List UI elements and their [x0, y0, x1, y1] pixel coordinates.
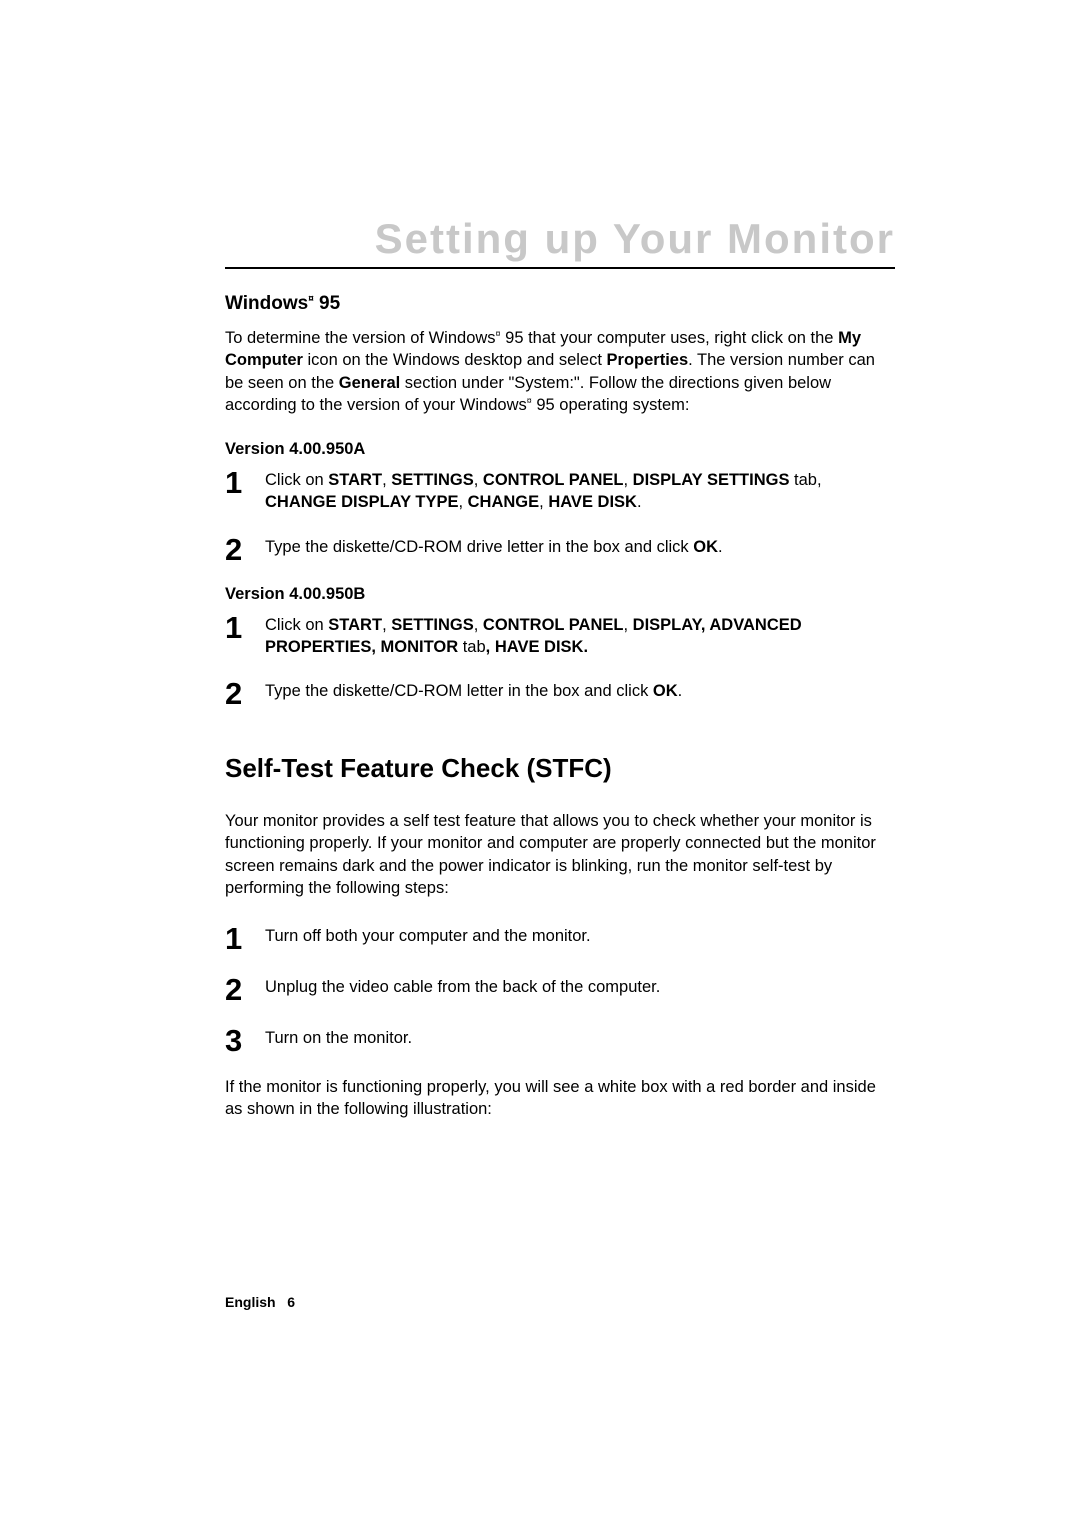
bold-text: START: [328, 471, 382, 489]
bold-text: CHANGE DISPLAY TYPE: [265, 493, 458, 511]
text: To determine the version of Windows: [225, 329, 496, 347]
step-item: 2 Type the diskette/CD-ROM drive letter …: [225, 534, 895, 565]
heading-text: 95: [314, 293, 340, 314]
text: Type the diskette/CD-ROM letter in the b…: [265, 682, 653, 700]
step-number: 1: [225, 467, 265, 498]
text: ,: [539, 493, 548, 511]
text: .: [637, 493, 642, 511]
text: Click on: [265, 616, 328, 634]
step-content: Type the diskette/CD-ROM letter in the b…: [265, 678, 682, 702]
version-a-heading: Version 4.00.950A: [225, 440, 895, 459]
text: ,: [623, 471, 632, 489]
step-item: 2 Type the diskette/CD-ROM letter in the…: [225, 678, 895, 709]
step-item: 2 Unplug the video cable from the back o…: [225, 974, 895, 1005]
step-item: 1 Click on START, SETTINGS, CONTROL PANE…: [225, 467, 895, 514]
bold-text: Properties: [607, 351, 689, 369]
text: ,: [458, 493, 467, 511]
step-number: 1: [225, 612, 265, 643]
text: 95 that your computer uses, right click …: [501, 329, 839, 347]
stfc-title: Self-Test Feature Check (STFC): [225, 753, 895, 784]
text: ,: [623, 616, 632, 634]
bold-text: OK: [693, 538, 718, 556]
bold-text: START: [328, 616, 382, 634]
step-content: Turn off both your computer and the moni…: [265, 923, 591, 947]
page-footer: English 6: [225, 1294, 295, 1310]
step-item: 1 Turn off both your computer and the mo…: [225, 923, 895, 954]
bold-text: CHANGE: [468, 493, 540, 511]
step-item: 3 Turn on the monitor.: [225, 1025, 895, 1056]
version-b-heading: Version 4.00.950B: [225, 585, 895, 604]
text: ,: [382, 616, 391, 634]
step-number: 2: [225, 534, 265, 565]
text: ,: [474, 616, 483, 634]
bold-text: General: [339, 374, 400, 392]
bold-text: OK: [653, 682, 678, 700]
text: ,: [474, 471, 483, 489]
bold-text: SETTINGS: [391, 471, 474, 489]
step-number: 2: [225, 974, 265, 1005]
text: tab,: [789, 471, 821, 489]
step-number: 3: [225, 1025, 265, 1056]
bold-text: SETTINGS: [391, 616, 474, 634]
text: .: [678, 682, 683, 700]
text: icon on the Windows desktop and select: [303, 351, 607, 369]
step-number: 1: [225, 923, 265, 954]
document-page: Setting up Your Monitor Windows¤ 95 To d…: [0, 0, 1080, 1121]
page-title: Setting up Your Monitor: [225, 215, 895, 269]
text: Type the diskette/CD-ROM drive letter in…: [265, 538, 693, 556]
bold-text: HAVE DISK: [548, 493, 637, 511]
bold-text: DISPLAY SETTINGS: [633, 471, 790, 489]
bold-text: CONTROL PANEL: [483, 616, 624, 634]
text: Click on: [265, 471, 328, 489]
step-content: Type the diskette/CD-ROM drive letter in…: [265, 534, 723, 558]
intro-paragraph: To determine the version of Windows¤ 95 …: [225, 327, 895, 416]
heading-text: Windows: [225, 293, 308, 314]
step-content: Click on START, SETTINGS, CONTROL PANEL,…: [265, 612, 895, 659]
text: ,: [382, 471, 391, 489]
stfc-intro-paragraph: Your monitor provides a self test featur…: [225, 810, 895, 899]
step-number: 2: [225, 678, 265, 709]
stfc-closing-paragraph: If the monitor is functioning properly, …: [225, 1076, 895, 1121]
text: .: [718, 538, 723, 556]
bold-text: , HAVE DISK.: [486, 638, 588, 656]
step-item: 1 Click on START, SETTINGS, CONTROL PANE…: [225, 612, 895, 659]
bold-text: CONTROL PANEL: [483, 471, 624, 489]
step-content: Unplug the video cable from the back of …: [265, 974, 660, 998]
step-content: Turn on the monitor.: [265, 1025, 412, 1049]
footer-page-number: 6: [287, 1294, 295, 1310]
text: 95 operating system:: [532, 396, 690, 414]
step-content: Click on START, SETTINGS, CONTROL PANEL,…: [265, 467, 895, 514]
footer-language: English: [225, 1294, 276, 1310]
text: tab: [458, 638, 486, 656]
windows95-heading: Windows¤ 95: [225, 293, 895, 315]
